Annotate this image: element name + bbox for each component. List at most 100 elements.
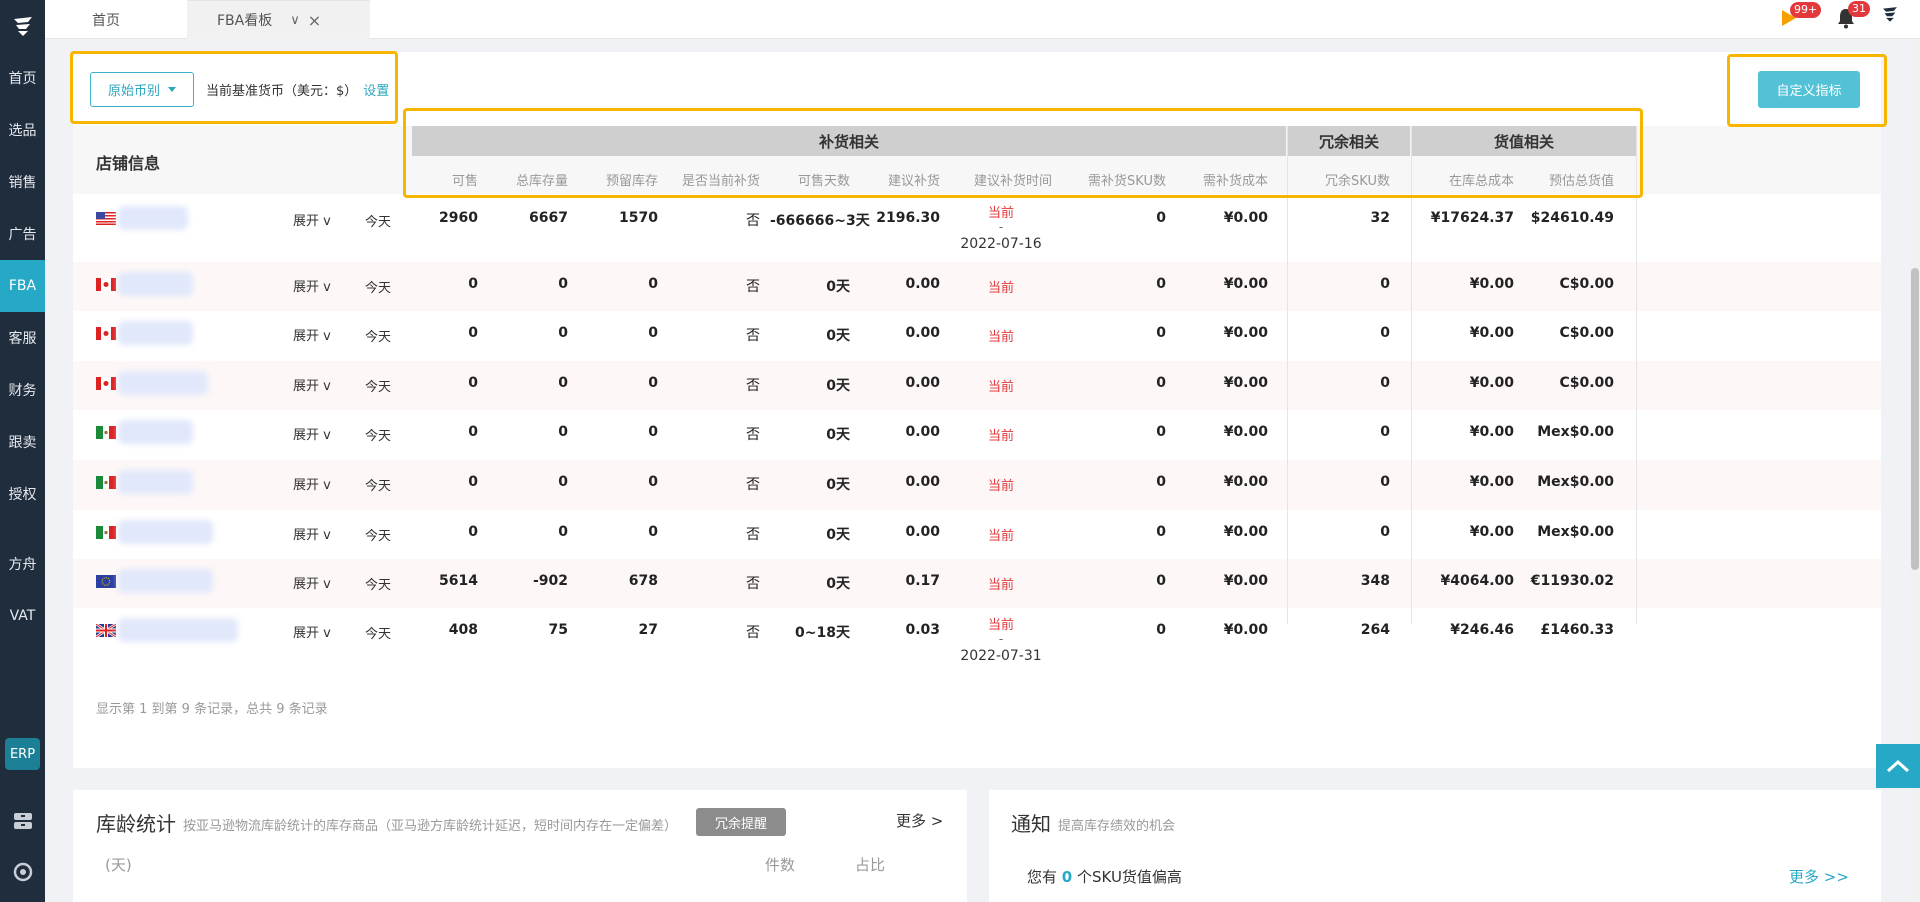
scrollbar-thumb[interactable] [1911,268,1919,570]
archive-icon [13,813,32,829]
sidebar-item-0[interactable]: 首页 [0,52,45,104]
date-today[interactable]: 今天 [365,623,391,642]
custom-metrics-button[interactable]: 自定义指标 [1758,71,1860,108]
tab-fba-dashboard[interactable]: FBA看板 ∨ × [187,0,370,39]
cell-days: 0天 [826,527,850,543]
notice-more-link[interactable]: 更多 >> [1789,866,1849,887]
notification-badge: 31 [1848,1,1870,17]
set-currency-link[interactable]: 设置 [363,84,389,99]
base-currency-info: 当前基准货币（美元：$） 设置 [206,80,389,99]
back-to-top-button[interactable] [1876,744,1920,788]
expand-toggle[interactable]: 展开 v [293,474,331,493]
sidebar-item-6[interactable]: 财务 [0,364,45,416]
date-today[interactable]: 今天 [365,525,391,544]
cell-reserved: 678 [628,573,658,589]
notice-line-suffix: 个SKU货值偏高 [1072,868,1182,886]
surplus-reminder-button[interactable]: 冗余提醒 [696,808,786,836]
store-name-redacted [118,569,213,593]
cell-sku: 0 [1156,210,1166,226]
inventory-age-more-link[interactable]: 更多 > [896,810,943,831]
col-need-now: 是否当前补货 [681,174,760,189]
store-name-redacted [118,321,193,345]
sidebar-item2-1[interactable]: VAT [0,590,45,642]
tab-home[interactable]: 首页 [92,0,120,39]
cell-total: 0 [558,375,568,391]
currency-select[interactable]: 原始币别 [90,72,194,107]
cell-value: C$0.00 [1559,325,1614,341]
sidebar-item-5[interactable]: 客服 [0,312,45,364]
announcement-badge: 99+ [1790,2,1822,18]
sidebar-item-3[interactable]: 广告 [0,208,45,260]
cell-total: 75 [548,622,568,638]
cell-need: 否 [746,279,760,295]
col-days: 可售天数 [797,174,850,189]
col-sellable: 可售 [451,174,478,189]
sidebar-support-button[interactable] [0,862,45,882]
sidebar-item-1[interactable]: 选品 [0,104,45,156]
currency-select-value: 原始币别 [107,84,160,99]
flag-mx-icon [96,476,116,489]
cell-cost: ¥0.00 [1223,524,1268,540]
cell-time-date: 2022-07-16 [960,236,1042,252]
cell-surplus: 348 [1360,573,1390,589]
cell-surplus: 0 [1380,276,1390,292]
store-name-redacted [118,420,193,444]
date-today[interactable]: 今天 [365,277,391,296]
cell-surplus: 264 [1360,622,1390,638]
sidebar-erp[interactable]: ERP [5,738,40,770]
flag-us-icon [96,212,116,225]
cell-stock_cost: ¥246.46 [1450,622,1514,638]
cell-sku: 0 [1156,474,1166,490]
announcement-button[interactable]: 99+ [1780,2,1822,28]
date-today[interactable]: 今天 [365,326,391,345]
cell-surplus: 0 [1380,325,1390,341]
cell-surplus: 0 [1380,524,1390,540]
cell-value: £1460.33 [1540,622,1614,638]
expand-toggle[interactable]: 展开 v [293,622,331,641]
flag-ca-icon [96,278,116,291]
expand-toggle[interactable]: 展开 v [293,375,331,394]
date-today[interactable]: 今天 [365,376,391,395]
expand-toggle[interactable]: 展开 v [293,524,331,543]
cell-total: 0 [558,325,568,341]
table-row: 展开 v 今天 5614 -902 678 否 0天 0.17 0 ¥0.00 348 ¥4064.0… [73,559,1881,608]
close-icon[interactable]: × [308,11,321,30]
cell-surplus: 0 [1380,375,1390,391]
sidebar-box-button[interactable] [0,812,45,830]
app-logo[interactable] [0,0,45,52]
cell-reserved: 0 [648,375,658,391]
user-avatar[interactable] [1880,4,1900,28]
caret-down-icon [168,87,176,92]
expand-toggle[interactable]: 展开 v [293,210,331,229]
cell-sellable: 5614 [439,573,478,589]
table-row: 展开 v 今天 0 0 0 否 0天 0.00 0 ¥0.00 0 ¥0.00 C$0.00 当前 [73,262,1881,311]
sidebar-item-4[interactable]: FBA [0,260,45,312]
date-today[interactable]: 今天 [365,211,391,230]
expand-toggle[interactable]: 展开 v [293,573,331,592]
tab-fba-label: FBA看板 [217,13,273,29]
expand-toggle[interactable]: 展开 v [293,424,331,443]
sidebar-item-2[interactable]: 销售 [0,156,45,208]
cell-suggest: 0.00 [905,276,940,292]
date-today[interactable]: 今天 [365,475,391,494]
expand-toggle[interactable]: 展开 v [293,276,331,295]
cell-days: 0天 [826,576,850,592]
notice-line: 您有 0 个SKU货值偏高 [1027,866,1182,887]
cell-time-status: 当前 [987,578,1014,593]
chevron-up-icon [1886,759,1910,773]
chevron-down-icon[interactable]: ∨ [290,13,300,28]
notice-line-count[interactable]: 0 [1062,868,1072,886]
notification-button[interactable]: 31 [1836,1,1870,29]
sidebar-item-7[interactable]: 跟卖 [0,416,45,468]
date-today[interactable]: 今天 [365,425,391,444]
cell-sellable: 0 [468,424,478,440]
expand-toggle[interactable]: 展开 v [293,325,331,344]
notice-subtitle: 提高库存绩效的机会 [1058,819,1176,834]
sidebar-item2-0[interactable]: 方舟 [0,538,45,590]
top-right-tools: 99+ 31 [1780,1,1900,29]
record-count: 显示第 1 到第 9 条记录，总共 9 条记录 [96,702,328,717]
date-today[interactable]: 今天 [365,574,391,593]
cell-sku: 0 [1156,325,1166,341]
cell-value: Mex$0.00 [1537,474,1614,490]
sidebar-item-8[interactable]: 授权 [0,468,45,520]
